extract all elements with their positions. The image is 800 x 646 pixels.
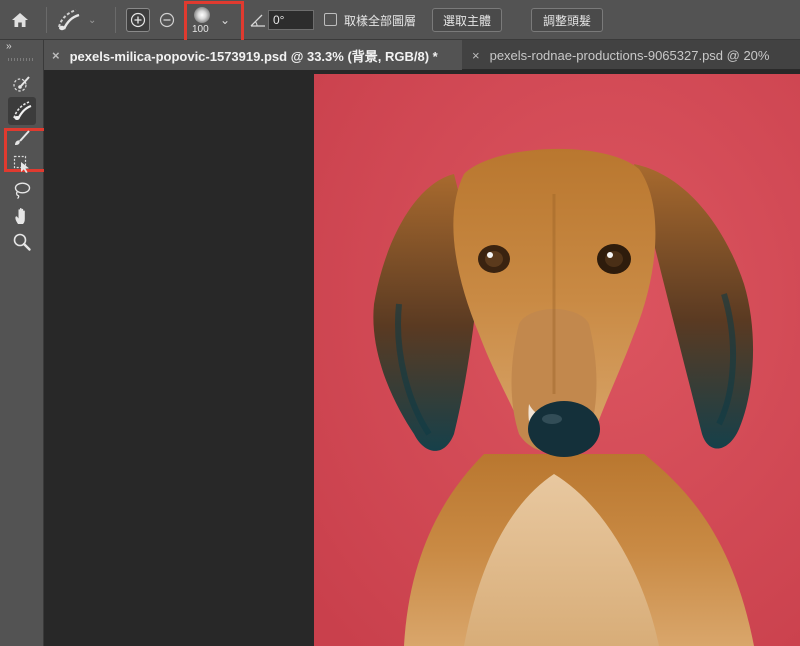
tool-preset-picker[interactable]: ⌄ — [54, 5, 106, 35]
home-icon[interactable] — [0, 0, 40, 40]
subtract-from-selection-button[interactable] — [155, 8, 179, 32]
options-bar: ⌄ 100 ⌄ 取樣全部圖層 選取主體 調整頭髮 — [0, 0, 800, 45]
document-image[interactable] — [314, 74, 800, 646]
sample-all-layers-label: 取樣全部圖層 — [344, 14, 417, 28]
tab-document-2[interactable]: × pexels-rodnae-productions-9065327.psd … — [464, 40, 800, 70]
canvas-area[interactable] — [44, 71, 800, 646]
lasso-tool[interactable] — [8, 176, 36, 204]
separator — [46, 7, 47, 33]
quick-selection-tool[interactable] — [8, 70, 36, 98]
brush-icon — [15, 130, 30, 146]
hand-icon — [15, 208, 25, 224]
angle-input[interactable] — [268, 10, 314, 30]
subtract-from-selection-icon — [159, 12, 175, 28]
sample-all-layers-checkbox[interactable] — [324, 13, 337, 26]
hand-tool[interactable] — [8, 202, 36, 230]
dog-photo — [314, 74, 800, 646]
tools-panel: ›› — [0, 40, 51, 646]
brush-tool[interactable] — [8, 124, 36, 152]
highlight-brush-picker — [184, 1, 244, 45]
close-icon[interactable]: × — [52, 48, 60, 63]
zoom-icon — [13, 233, 31, 251]
close-icon[interactable]: × — [472, 48, 480, 63]
angle-icon — [250, 14, 265, 27]
collapse-toolbar-button[interactable]: ›› — [6, 41, 12, 52]
document-tabs: × pexels-milica-popovic-1573919.psd @ 33… — [44, 40, 800, 70]
object-selection-brush-tool[interactable] — [8, 97, 36, 125]
add-to-selection-button[interactable] — [126, 8, 150, 32]
add-to-selection-icon — [130, 12, 146, 28]
tab-label: pexels-milica-popovic-1573919.psd @ 33.3… — [69, 48, 438, 64]
refine-hair-button[interactable]: 調整頭髮 — [531, 8, 603, 32]
tab-label: pexels-rodnae-productions-9065327.psd @ … — [489, 47, 770, 63]
object-selection-tool[interactable] — [8, 150, 36, 178]
toolbar-grip[interactable] — [8, 58, 34, 61]
chevron-down-icon: ⌄ — [88, 14, 97, 26]
select-subject-button[interactable]: 選取主體 — [432, 8, 502, 32]
zoom-tool[interactable] — [8, 228, 36, 256]
quick-selection-icon — [13, 76, 30, 92]
separator — [115, 7, 116, 33]
object-selection-icon — [13, 155, 29, 173]
selection-brush-icon — [13, 101, 32, 120]
tab-document-1[interactable]: × pexels-milica-popovic-1573919.psd @ 33… — [44, 40, 462, 70]
quick-selection-brush-icon — [58, 9, 80, 31]
lasso-icon — [14, 182, 31, 200]
